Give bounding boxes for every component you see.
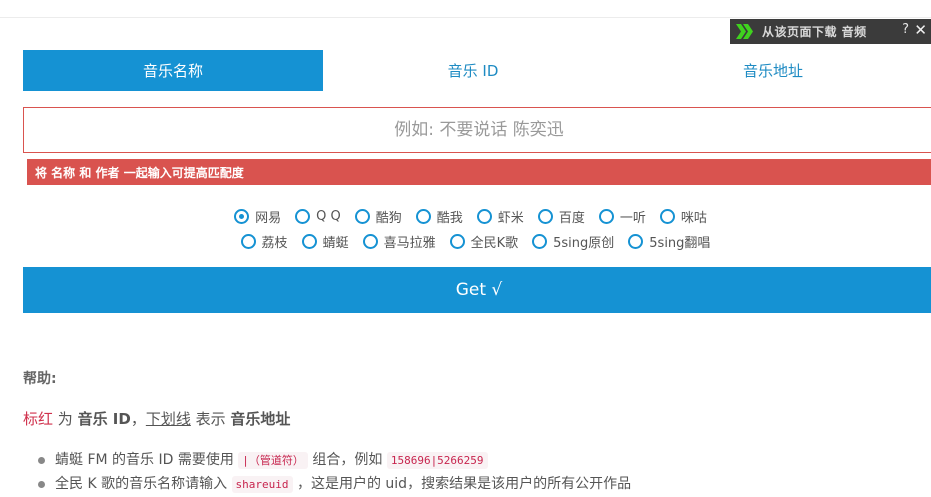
- radio-unchecked-icon[interactable]: [659, 209, 675, 224]
- source-radio-label: 虾米: [497, 211, 524, 226]
- search-input[interactable]: [24, 119, 931, 141]
- hint-alert: 将 名称 和 作者 一起输入可提高匹配度: [27, 159, 931, 185]
- help-legend: 标红 为 音乐 ID，下划线 表示 音乐地址: [23, 408, 290, 429]
- source-radio[interactable]: 5sing翻唱: [628, 232, 710, 251]
- radio-unchecked-icon[interactable]: [628, 234, 644, 249]
- legend-red: 标红: [23, 410, 54, 428]
- source-radio-label: 网易: [255, 211, 282, 226]
- search-box: [23, 107, 931, 153]
- source-radio[interactable]: 一听: [598, 207, 646, 226]
- tip-text: ，这是用户的 uid，搜索结果是该用户的所有公开作品: [292, 476, 632, 492]
- search-type-tabs: 音乐名称 音乐 ID 音乐地址: [23, 50, 931, 91]
- source-radio-label: 喜马拉雅: [383, 236, 436, 251]
- source-radio[interactable]: 酷我: [415, 207, 463, 226]
- radio-unchecked-icon[interactable]: [449, 234, 465, 249]
- tab-music-url[interactable]: 音乐地址: [623, 50, 923, 91]
- tab-music-id[interactable]: 音乐 ID: [323, 50, 623, 91]
- tab-music-name[interactable]: 音乐名称: [23, 50, 323, 91]
- source-radio-label: 一听: [619, 211, 646, 226]
- legend-bold-id: 音乐 ID: [77, 410, 131, 428]
- download-toolbar[interactable]: 从该页面下载 音频 ? ✕: [730, 19, 931, 44]
- radio-unchecked-icon[interactable]: [240, 234, 256, 249]
- legend-text: ，: [130, 410, 146, 428]
- get-button[interactable]: Get √: [23, 267, 931, 313]
- source-radio[interactable]: Q Q: [295, 207, 341, 226]
- source-radio[interactable]: 百度: [537, 207, 585, 226]
- source-radio-label: 酷狗: [375, 211, 402, 226]
- legend-bold-url: 音乐地址: [230, 410, 291, 428]
- radio-unchecked-icon[interactable]: [532, 234, 548, 249]
- source-radio-label: 5sing翻唱: [649, 236, 711, 251]
- tip-code: shareuid: [231, 476, 293, 493]
- source-radio[interactable]: 虾米: [476, 207, 524, 226]
- legend-underline: 下划线: [145, 410, 191, 428]
- tip-text: 组合，例如: [307, 452, 387, 468]
- source-radio[interactable]: 网易: [234, 207, 281, 226]
- source-radio[interactable]: 酷狗: [354, 207, 402, 226]
- source-radio-label: 全民K歌: [470, 236, 519, 251]
- source-radio-label: 5sing原创: [553, 236, 615, 251]
- legend-text: 为: [53, 410, 78, 428]
- radio-unchecked-icon[interactable]: [415, 209, 431, 224]
- source-radio-label: 蜻蜓: [322, 236, 349, 251]
- source-radio[interactable]: 咪咕: [659, 207, 707, 226]
- source-radio-label: 酷我: [436, 211, 463, 226]
- top-divider: [0, 17, 931, 18]
- radio-unchecked-icon[interactable]: [301, 234, 317, 249]
- radio-unchecked-icon[interactable]: [476, 209, 492, 224]
- source-radio-label: Q Q: [316, 209, 341, 224]
- radio-unchecked-icon[interactable]: [362, 234, 378, 249]
- help-title: 帮助:: [23, 371, 57, 387]
- source-radio-label: 咪咕: [680, 211, 707, 226]
- close-icon[interactable]: ✕: [914, 21, 927, 39]
- tip-text: 蜻蜓 FM 的音乐 ID 需要使用: [55, 452, 239, 468]
- radio-unchecked-icon[interactable]: [598, 209, 614, 224]
- source-radio[interactable]: 蜻蜓: [301, 232, 349, 251]
- source-radio-label: 荔枝: [261, 236, 288, 251]
- source-radio[interactable]: 全民K歌: [449, 232, 519, 251]
- source-radio-row-1: 网易 Q Q 酷狗 酷我 虾米 百度 一听 咪咕: [5, 207, 931, 226]
- radio-unchecked-icon[interactable]: [537, 209, 553, 224]
- radio-unchecked-icon[interactable]: [354, 209, 370, 224]
- list-item: 蜻蜓 FM 的音乐 ID 需要使用 |（管道符） 组合，例如 158696|52…: [38, 448, 631, 472]
- source-radio-row-2: 荔枝 蜻蜓 喜马拉雅 全民K歌 5sing原创 5sing翻唱: [10, 232, 931, 251]
- source-radio[interactable]: 5sing原创: [532, 232, 614, 251]
- radio-unchecked-icon[interactable]: [295, 209, 311, 224]
- legend-text: 表示: [190, 410, 231, 428]
- source-radio-label: 百度: [558, 211, 585, 226]
- help-tips-list: 蜻蜓 FM 的音乐 ID 需要使用 |（管道符） 组合，例如 158696|52…: [38, 448, 631, 496]
- tip-code: |（管道符）: [238, 452, 308, 469]
- source-radio[interactable]: 荔枝: [240, 232, 288, 251]
- source-radio[interactable]: 喜马拉雅: [362, 232, 436, 251]
- radio-checked-icon[interactable]: [234, 209, 250, 224]
- tip-code: 158696|5266259: [386, 452, 488, 469]
- list-item: 全民 K 歌的音乐名称请输入 shareuid ，这是用户的 uid，搜索结果是…: [38, 472, 631, 496]
- help-button[interactable]: ?: [902, 22, 909, 37]
- forward-arrows-icon: [734, 19, 756, 44]
- download-text[interactable]: 从该页面下载 音频: [762, 23, 867, 40]
- tip-text: 全民 K 歌的音乐名称请输入: [55, 476, 232, 492]
